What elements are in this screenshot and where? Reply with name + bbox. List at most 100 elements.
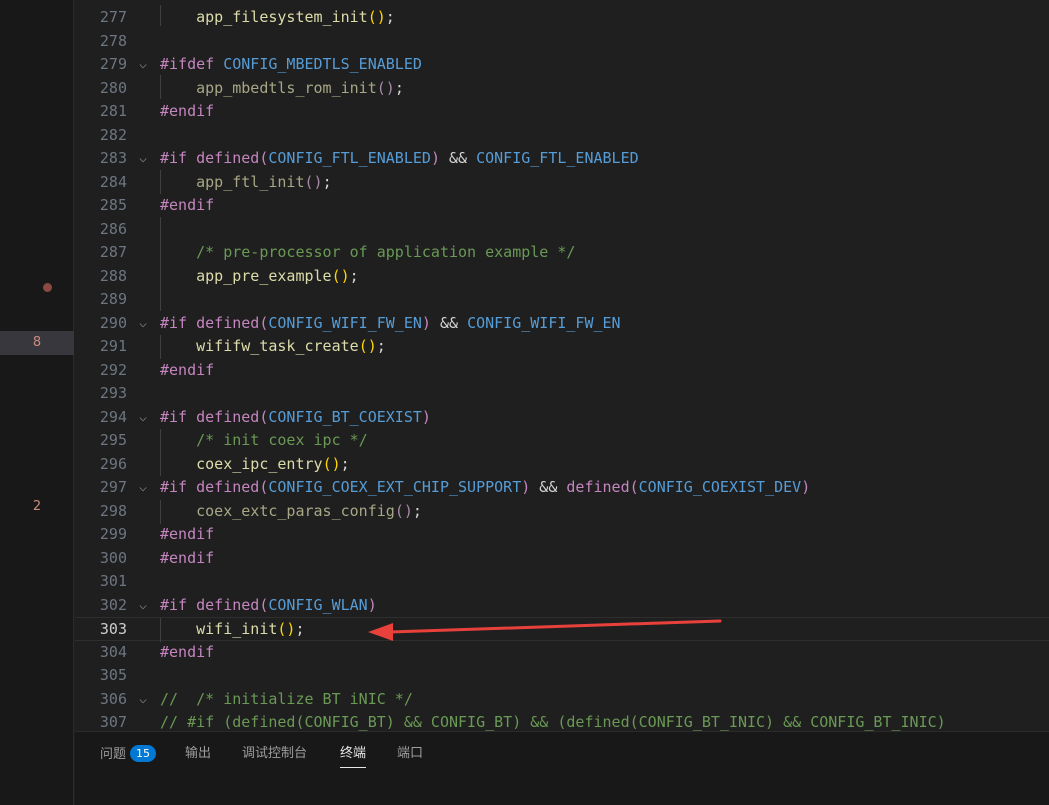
code-text: #endif xyxy=(160,523,214,547)
line-number: 303 xyxy=(99,620,127,638)
code-line[interactable]: 292 #endif xyxy=(75,359,1049,383)
code-text: /* pre-processor of application example … xyxy=(160,241,575,265)
code-line[interactable]: 281 #endif xyxy=(75,100,1049,124)
code-text: wifi_init(); xyxy=(160,618,304,642)
code-line[interactable]: 283 ⌵ #if defined(CONFIG_FTL_ENABLED) && C… xyxy=(75,147,1049,171)
code-line[interactable]: 303 wifi_init(); xyxy=(75,617,1049,641)
tab-terminal-label: 终端 xyxy=(340,746,367,761)
code-line[interactable]: 277 app_filesystem_init(); xyxy=(75,6,1049,30)
indent-guide xyxy=(160,170,161,194)
code-token: #endif xyxy=(160,642,215,661)
code-token: ; xyxy=(322,172,332,191)
code-line[interactable]: 297 ⌵ #if defined(CONFIG_COEX_EXT_CHIP_SUP… xyxy=(75,476,1049,500)
code-token: ; xyxy=(412,501,422,520)
code-line[interactable]: 284 app_ftl_init(); xyxy=(75,171,1049,195)
code-text: coex_extc_paras_config(); xyxy=(160,500,422,524)
tab-debug-console[interactable]: 调试控制台 xyxy=(242,745,307,767)
code-line[interactable]: 306 ⌵ // /* initialize BT iNIC */ xyxy=(75,688,1049,712)
code-line[interactable]: 295 /* init coex ipc */ xyxy=(75,429,1049,453)
activity-bar: 8 2 xyxy=(0,0,74,805)
code-editor[interactable]: 277 app_filesystem_init(); 278 279 ⌵ #ifdef … xyxy=(75,0,1049,731)
code-line[interactable]: 302 ⌵ #if defined(CONFIG_WLAN) xyxy=(75,594,1049,618)
code-token: CONFIG_FTL_ENABLED xyxy=(476,149,639,167)
code-token: #if xyxy=(160,149,188,167)
code-line[interactable]: 298 coex_extc_paras_config(); xyxy=(75,500,1049,524)
code-line[interactable]: 280 app_mbedtls_rom_init(); xyxy=(75,77,1049,101)
code-line[interactable]: 291 wififw_task_create(); xyxy=(75,335,1049,359)
tab-terminal[interactable]: 终端 xyxy=(340,745,367,768)
code-token: () xyxy=(277,620,296,638)
chevron-down-icon[interactable]: ⌵ xyxy=(135,406,151,430)
line-number: 304 xyxy=(99,642,127,661)
indent-guide xyxy=(160,217,161,311)
indent-guide xyxy=(160,335,161,359)
line-number: 302 xyxy=(99,595,127,614)
code-line[interactable]: 278 xyxy=(75,30,1049,54)
code-token: ( xyxy=(629,478,639,496)
code-line[interactable]: 287 /* pre-processor of application exam… xyxy=(75,241,1049,265)
code-text: coex_ipc_entry(); xyxy=(160,453,350,477)
code-line[interactable]: 286 xyxy=(75,218,1049,242)
code-line[interactable]: 288 app_pre_example(); xyxy=(75,265,1049,289)
code-token: defined xyxy=(196,407,260,426)
code-text: app_pre_example(); xyxy=(160,265,359,289)
problems-count-badge: 15 xyxy=(130,745,157,762)
line-number: 281 xyxy=(99,102,127,120)
activity-badge-8: 8 xyxy=(32,335,42,350)
chevron-down-icon[interactable]: ⌵ xyxy=(135,147,151,171)
line-number: 296 xyxy=(99,454,127,473)
line-number: 293 xyxy=(99,384,127,402)
code-text: #ifdef CONFIG_MBEDTLS_ENABLED xyxy=(160,53,422,77)
line-number: 300 xyxy=(99,548,127,567)
code-line[interactable]: 307 // #if (defined(CONFIG_BT) && CONFIG_… xyxy=(75,711,1049,731)
code-text: #endif xyxy=(160,547,214,571)
code-line[interactable]: 301 xyxy=(75,570,1049,594)
tab-ports[interactable]: 端口 xyxy=(397,745,423,767)
line-number: 301 xyxy=(99,572,127,590)
indent-guide xyxy=(160,429,161,476)
code-token: ; xyxy=(394,78,404,97)
chevron-down-icon[interactable]: ⌵ xyxy=(135,476,151,500)
code-token: defined xyxy=(196,595,260,614)
tab-problems[interactable]: 问题 15 xyxy=(100,745,157,767)
chevron-down-icon[interactable]: ⌵ xyxy=(135,312,151,336)
code-line[interactable]: 293 xyxy=(75,382,1049,406)
code-line[interactable]: 290 ⌵ #if defined(CONFIG_WIFI_FW_EN) && CO… xyxy=(75,312,1049,336)
chevron-down-icon[interactable]: ⌵ xyxy=(135,53,151,77)
tab-output[interactable]: 输出 xyxy=(185,745,211,767)
line-number: 306 xyxy=(99,689,127,708)
code-text: #if defined(CONFIG_FTL_ENABLED) && CONFI… xyxy=(160,147,639,171)
code-text: #endif xyxy=(160,359,214,383)
code-token: CONFIG_WLAN xyxy=(268,595,368,614)
code-token: ; xyxy=(340,454,350,473)
code-token: ) xyxy=(801,478,811,496)
code-token: && xyxy=(430,313,468,332)
code-token: ) xyxy=(421,313,431,332)
code-line[interactable]: 304 #endif xyxy=(75,641,1049,665)
code-line[interactable]: 285 #endif xyxy=(75,194,1049,218)
code-text: #if defined(CONFIG_WLAN) xyxy=(160,594,377,618)
chevron-down-icon[interactable]: ⌵ xyxy=(135,594,151,618)
code-token: ; xyxy=(385,8,395,26)
code-token: #endif xyxy=(160,196,215,214)
code-line[interactable]: 296 coex_ipc_entry(); xyxy=(75,453,1049,477)
code-line[interactable]: 279 ⌵ #ifdef CONFIG_MBEDTLS_ENABLED xyxy=(75,53,1049,77)
code-line[interactable]: 289 xyxy=(75,288,1049,312)
code-line[interactable]: 299 #endif xyxy=(75,523,1049,547)
chevron-down-icon[interactable]: ⌵ xyxy=(135,688,151,712)
code-token: #if xyxy=(160,313,188,332)
line-number: 292 xyxy=(99,360,127,379)
code-line[interactable]: 300 #endif xyxy=(75,547,1049,571)
code-token: && xyxy=(530,478,567,496)
code-token: ) xyxy=(430,149,440,167)
code-line[interactable]: 305 xyxy=(75,664,1049,688)
code-line[interactable]: 294 ⌵ #if defined(CONFIG_BT_COEXIST) xyxy=(75,406,1049,430)
code-token: && xyxy=(439,149,477,167)
code-line[interactable]: 282 xyxy=(75,124,1049,148)
